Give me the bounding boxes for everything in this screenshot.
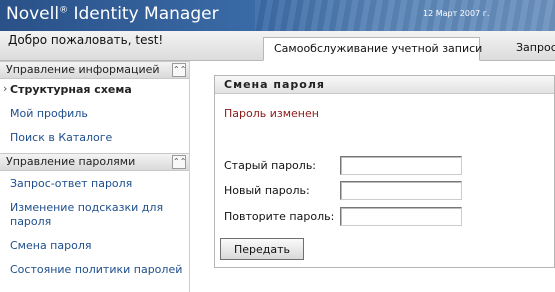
new-password-field[interactable]: [340, 181, 462, 200]
form-row-old-password: Старый пароль:: [224, 156, 544, 175]
section-title: Управление паролями: [6, 155, 136, 168]
left-sidebar: Управление информацией ⌃⌃ Структурная сх…: [0, 61, 190, 292]
sidebar-item-change-password[interactable]: Смена пароля: [0, 239, 189, 253]
sidebar-item-challenge-response[interactable]: Запрос-ответ пароля: [0, 177, 189, 191]
current-date: 12 Март 2007 г.: [423, 9, 490, 18]
sidebar-item-org-chart[interactable]: Структурная схема: [0, 82, 189, 97]
subheader-bar: Добро пожаловать, test! Самообслуживание…: [0, 31, 555, 61]
brand-name: Novell: [6, 4, 60, 24]
banner-map-art: [255, 0, 555, 31]
app-banner: Novell® Identity Manager 12 Март 2007 г.: [0, 0, 555, 31]
tab-requests[interactable]: Запрос: [506, 37, 555, 61]
sidebar-section-info-management[interactable]: Управление информацией ⌃⌃: [0, 61, 189, 79]
change-password-panel: Смена пароля Пароль изменен Старый парол…: [214, 75, 555, 268]
sidebar-section-password-management[interactable]: Управление паролями ⌃⌃: [0, 153, 189, 171]
app-title: Novell® Identity Manager: [6, 4, 219, 24]
old-password-field[interactable]: [340, 156, 462, 175]
product-name: Identity Manager: [68, 4, 219, 24]
welcome-message: Добро пожаловать, test!: [8, 33, 164, 47]
old-password-label: Старый пароль:: [224, 159, 317, 172]
form-row-new-password: Новый пароль:: [224, 181, 544, 200]
new-password-label: Новый пароль:: [224, 184, 310, 197]
confirm-password-field[interactable]: [340, 207, 462, 226]
sidebar-item-password-policy-status[interactable]: Состояние политики паролей: [0, 263, 189, 277]
collapse-up-icon[interactable]: ⌃⌃: [172, 63, 186, 77]
panel-title: Смена пароля: [215, 76, 554, 94]
sidebar-item-password-hint[interactable]: Изменение подсказки для пароля: [0, 201, 170, 229]
submit-button[interactable]: Передать: [220, 238, 304, 260]
sidebar-item-my-profile[interactable]: Мой профиль: [0, 107, 189, 121]
registered-mark: ®: [59, 5, 69, 16]
status-message: Пароль изменен: [224, 107, 319, 120]
confirm-password-label: Повторите пароль:: [224, 210, 335, 223]
section-title: Управление информацией: [6, 63, 160, 76]
sidebar-item-directory-search[interactable]: Поиск в Каталоге: [0, 131, 189, 145]
form-row-confirm-password: Повторите пароль:: [224, 207, 544, 226]
tab-account-self-service[interactable]: Самообслуживание учетной записи: [263, 37, 482, 61]
collapse-up-icon[interactable]: ⌃⌃: [172, 155, 186, 169]
